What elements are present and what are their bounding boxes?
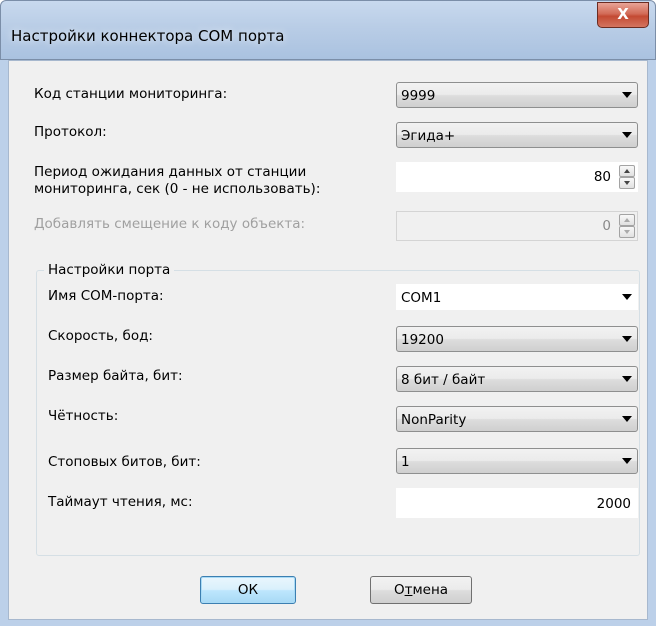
- spinner-buttons: [619, 165, 635, 189]
- spin-up-icon: [619, 214, 635, 226]
- ok-button-label: ОК: [237, 582, 259, 598]
- spin-up-icon[interactable]: [619, 165, 635, 177]
- window-frame-left: [0, 60, 8, 626]
- object-offset-spinner: 0: [396, 211, 638, 241]
- read-timeout-value: 2000: [596, 496, 631, 512]
- port-settings-title: Настройки порта: [44, 262, 175, 278]
- chevron-down-icon: [622, 416, 632, 422]
- spinner-buttons: [619, 214, 635, 238]
- chevron-down-icon: [622, 458, 632, 464]
- protocol-value: Эгида+: [401, 128, 456, 144]
- object-offset-label: Добавлять смещение к коду объекта:: [34, 216, 306, 232]
- close-button[interactable]: X: [597, 2, 649, 28]
- timeout-period-value: 80: [593, 169, 611, 185]
- protocol-select[interactable]: Эгида+: [396, 122, 638, 148]
- baud-rate-select[interactable]: 19200: [396, 326, 638, 352]
- parity-value: NonParity: [401, 412, 467, 428]
- baud-rate-value: 19200: [401, 332, 444, 348]
- object-offset-value: 0: [602, 218, 611, 234]
- chevron-down-icon: [622, 132, 632, 138]
- stop-bits-label: Стоповых битов, бит:: [48, 454, 201, 470]
- spin-down-icon[interactable]: [619, 177, 635, 189]
- parity-select[interactable]: NonParity: [396, 406, 638, 432]
- byte-size-value: 8 бит / байт: [401, 372, 486, 388]
- stop-bits-value: 1: [401, 454, 410, 470]
- window-title: Настройки коннектора COM порта: [11, 27, 285, 45]
- read-timeout-label: Таймаут чтения, мс:: [48, 494, 193, 510]
- byte-size-select[interactable]: 8 бит / байт: [396, 366, 638, 392]
- port-name-combobox[interactable]: COM1: [396, 284, 638, 310]
- window-frame-right: [648, 60, 656, 626]
- chevron-down-icon: [622, 376, 632, 382]
- close-icon: X: [617, 5, 629, 23]
- station-code-value: 9999: [401, 88, 436, 104]
- window-frame-bottom: [0, 620, 656, 626]
- parity-label: Чётность:: [48, 408, 119, 424]
- protocol-label: Протокол:: [34, 124, 107, 140]
- baud-rate-label: Скорость, бод:: [48, 328, 153, 344]
- read-timeout-input[interactable]: 2000: [396, 488, 638, 518]
- port-name-value: COM1: [401, 290, 442, 306]
- timeout-period-label-line1: Период ожидания данных от станции: [34, 164, 307, 180]
- chevron-down-icon: [622, 92, 632, 98]
- byte-size-label: Размер байта, бит:: [48, 368, 183, 384]
- cancel-label-prefix: О: [393, 582, 405, 598]
- stop-bits-select[interactable]: 1: [396, 448, 638, 474]
- chevron-down-icon: [622, 336, 632, 342]
- port-name-label: Имя COM-порта:: [48, 288, 164, 304]
- title-bar[interactable]: Настройки коннектора COM порта X: [0, 0, 656, 60]
- spin-down-icon: [619, 226, 635, 238]
- cancel-label-suffix: мена: [412, 582, 449, 598]
- timeout-period-spinner[interactable]: 80: [396, 162, 638, 192]
- timeout-period-label-line2: мониторинга, сек (0 - не использовать):: [34, 181, 321, 197]
- station-code-label: Код станции мониторинга:: [34, 86, 228, 102]
- ok-button[interactable]: ОК: [200, 576, 296, 604]
- dialog-window: Настройки коннектора COM порта X Код ста…: [0, 0, 656, 626]
- cancel-button[interactable]: Отмена: [370, 576, 472, 604]
- station-code-select[interactable]: 9999: [396, 82, 638, 108]
- chevron-down-icon: [622, 294, 632, 300]
